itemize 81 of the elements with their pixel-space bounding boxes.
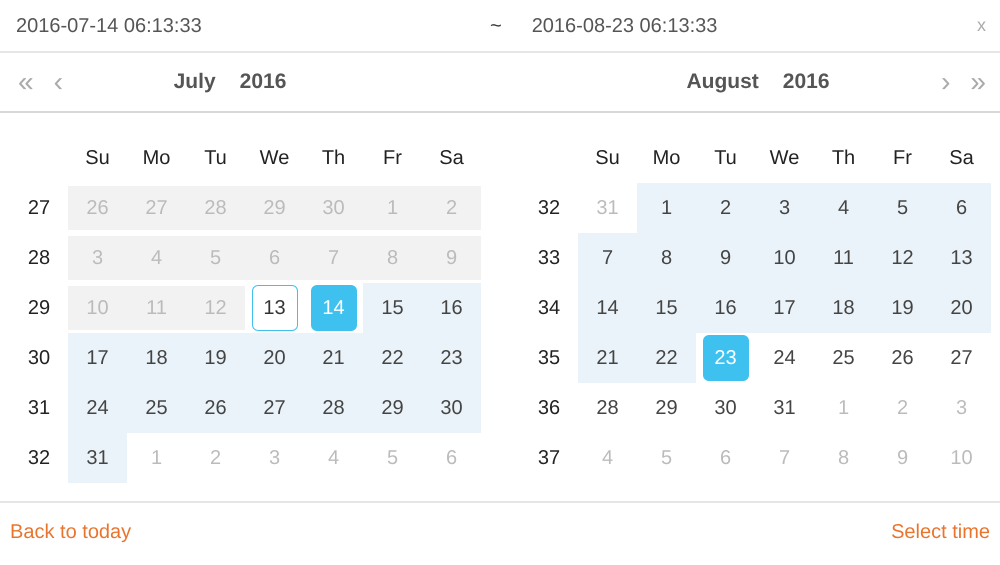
weekday-header: We	[768, 146, 800, 171]
day-cell[interactable]: 25	[814, 333, 873, 383]
day-cell[interactable]: 1	[637, 183, 696, 233]
day-cell[interactable]: 4	[814, 183, 873, 233]
day-cell[interactable]: 12	[873, 233, 932, 283]
day-cell[interactable]: 30	[422, 383, 481, 433]
week-number: 33	[536, 246, 562, 271]
weekday-header: Tu	[203, 146, 228, 171]
weekday-header: Su	[594, 146, 621, 171]
day-cell[interactable]: 30	[696, 383, 755, 433]
day-cell[interactable]: 5	[873, 183, 932, 233]
weekday-header: Tu	[713, 146, 738, 171]
day-cell[interactable]: 17	[68, 333, 127, 383]
day-cell[interactable]: 22	[363, 333, 422, 383]
weekday-header: Fr	[382, 146, 403, 171]
day-cell[interactable]: 28	[304, 383, 363, 433]
day-cell[interactable]: 10	[755, 233, 814, 283]
day-cell[interactable]: 22	[637, 333, 696, 383]
weekday-header: Th	[320, 146, 346, 171]
week-number: 37	[536, 446, 562, 471]
start-date-field[interactable]: 2016-07-14 06:13:33	[16, 10, 490, 40]
year-label[interactable]: 2016	[240, 66, 286, 98]
day-cell[interactable]: 16	[422, 283, 481, 333]
weekday-header: Su	[84, 146, 111, 171]
day-cell[interactable]: 31	[755, 383, 814, 433]
day-cell[interactable]: 28	[578, 383, 637, 433]
week-number: 30	[26, 346, 52, 371]
weekday-header: We	[258, 146, 290, 171]
day-cell[interactable]: 19	[873, 283, 932, 333]
day-cell[interactable]: 3	[755, 183, 814, 233]
month-label[interactable]: July	[174, 66, 216, 98]
day-cell[interactable]: 20	[932, 283, 991, 333]
week-number: 36	[536, 396, 562, 421]
day-cell[interactable]: 31	[68, 433, 127, 483]
day-cell[interactable]: 16	[696, 283, 755, 333]
day-cell[interactable]: 21	[578, 333, 637, 383]
day-cell[interactable]: 15	[363, 283, 422, 333]
week-number: 31	[26, 396, 52, 421]
day-cell[interactable]: 21	[304, 333, 363, 383]
day-cell[interactable]: 29	[363, 383, 422, 433]
day-cell[interactable]: 27	[932, 333, 991, 383]
end-date-field[interactable]: 2016-08-23 06:13:33	[532, 10, 718, 40]
day-cell[interactable]: 24	[68, 383, 127, 433]
day-cell[interactable]: 29	[637, 383, 696, 433]
weekday-header: Sa	[948, 146, 975, 171]
day-cell[interactable]: 18	[127, 333, 186, 383]
week-number: 27	[26, 196, 52, 221]
day-cell[interactable]: 13	[932, 233, 991, 283]
week-number: 34	[536, 296, 562, 321]
day-cell[interactable]: 24	[755, 333, 814, 383]
range-separator: ~	[490, 14, 502, 38]
day-cell[interactable]: 26	[873, 333, 932, 383]
day-cell[interactable]: 11	[814, 233, 873, 283]
week-number: 35	[536, 346, 562, 371]
month-label[interactable]: August	[686, 66, 759, 98]
day-cell[interactable]: 2	[696, 183, 755, 233]
weekday-header: Mo	[652, 146, 682, 171]
day-cell[interactable]: 13	[252, 285, 298, 331]
day-cell[interactable]: 19	[186, 333, 245, 383]
day-cell[interactable]: 26	[186, 383, 245, 433]
weekday-header: Sa	[438, 146, 465, 171]
day-cell[interactable]: 25	[127, 383, 186, 433]
week-number: 29	[26, 296, 52, 321]
day-cell[interactable]: 27	[245, 383, 304, 433]
weekday-header: Mo	[142, 146, 172, 171]
week-number: 32	[26, 446, 52, 471]
year-label[interactable]: 2016	[782, 66, 830, 98]
day-cell[interactable]: 6	[932, 183, 991, 233]
weekday-header: Th	[830, 146, 856, 171]
day-cell[interactable]: 15	[637, 283, 696, 333]
day-cell[interactable]: 7	[578, 233, 637, 283]
day-cell[interactable]: 20	[245, 333, 304, 383]
day-cell[interactable]: 18	[814, 283, 873, 333]
day-cell[interactable]: 9	[696, 233, 755, 283]
week-number: 28	[26, 246, 52, 271]
day-cell[interactable]: 23	[422, 333, 481, 383]
day-cell[interactable]: 8	[637, 233, 696, 283]
week-number: 32	[536, 196, 562, 221]
day-cell[interactable]: 17	[755, 283, 814, 333]
day-cell[interactable]: 14	[578, 283, 637, 333]
weekday-header: Fr	[892, 146, 913, 171]
